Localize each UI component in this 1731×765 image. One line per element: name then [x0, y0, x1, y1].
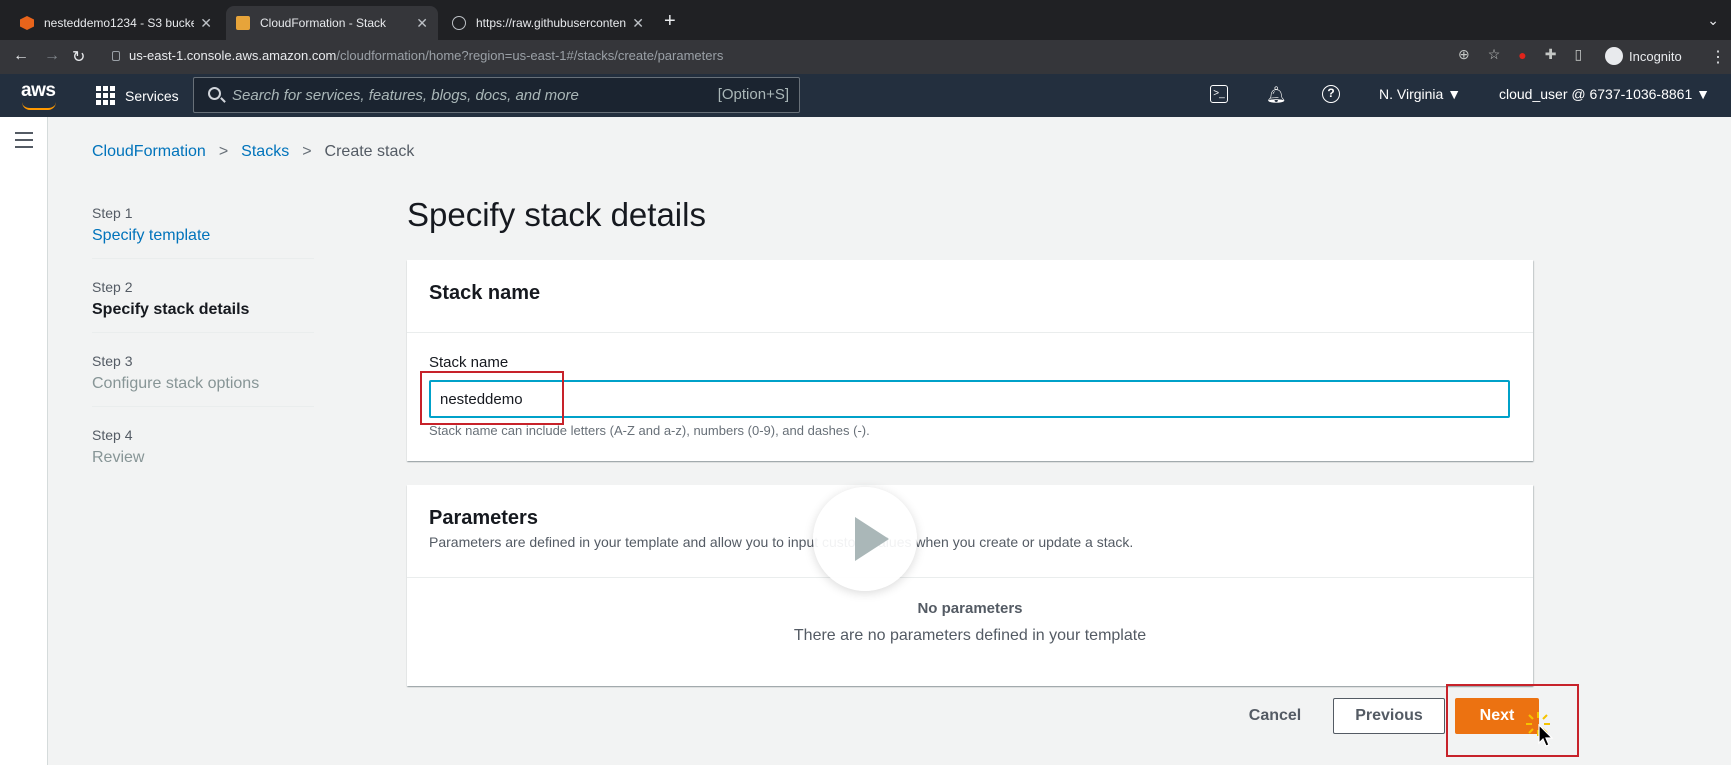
step-number: Step 2 — [92, 279, 133, 295]
parameters-empty-state: No parameters There are no parameters de… — [407, 600, 1533, 645]
region-selector[interactable]: N. Virginia ▼ — [1379, 86, 1461, 102]
close-tab-icon[interactable]: ✕ — [200, 15, 212, 32]
panel-header: Parameters Parameters are defined in you… — [407, 485, 1533, 578]
tab-title: CloudFormation - Stack — [260, 16, 387, 30]
url-path: /cloudformation/home?region=us-east-1#/s… — [336, 48, 724, 63]
help-icon[interactable]: ? — [1322, 85, 1340, 103]
chevron-right-icon: > — [218, 143, 229, 160]
empty-state-title: No parameters — [917, 600, 1023, 617]
step-label-disabled: Review — [92, 449, 145, 466]
forward-arrow-icon[interactable]: → — [44, 47, 60, 65]
aws-console-header: aws Services [Option+S] >_ 🔔︎ ? N. Virgi… — [0, 74, 1731, 117]
cancel-button[interactable]: Cancel — [1232, 698, 1318, 734]
breadcrumb: CloudFormation > Stacks > Create stack — [92, 143, 414, 161]
notifications-bell-icon[interactable]: 🔔︎ — [1266, 85, 1286, 104]
browser-tab-github[interactable]: https://raw.githubusercontent... ✕ — [442, 6, 654, 40]
browser-tab-cloudformation[interactable]: CloudFormation - Stack ✕ — [226, 6, 438, 40]
panel-header: Stack name — [407, 260, 1533, 333]
new-tab-button[interactable]: + — [664, 10, 676, 33]
zoom-icon[interactable]: ⊕ — [1458, 46, 1470, 63]
url-field[interactable]: us-east-1.console.aws.amazon.com/cloudfo… — [129, 48, 723, 63]
tab-search-chevron-icon[interactable]: ⌄ — [1707, 12, 1719, 29]
aws-cloudformation-icon — [236, 16, 250, 30]
video-play-icon[interactable] — [813, 487, 917, 591]
wizard-step-1: Step 1 Specify template — [92, 205, 314, 259]
services-menu-button[interactable]: Services — [96, 86, 179, 105]
aws-smile-icon — [22, 102, 56, 110]
wizard-step-4: Step 4 Review — [92, 427, 314, 480]
lock-icon[interactable] — [112, 51, 120, 61]
breadcrumb-current: Create stack — [324, 143, 415, 160]
browser-tab-s3[interactable]: nesteddemo1234 - S3 bucket ✕ — [10, 6, 222, 40]
side-panel-icon[interactable]: ▯ — [1575, 46, 1583, 63]
wizard-step-3: Step 3 Configure stack options — [92, 353, 314, 407]
step-number: Step 3 — [92, 353, 133, 369]
breadcrumb-stacks[interactable]: Stacks — [241, 143, 289, 161]
step-label-disabled: Configure stack options — [92, 375, 260, 392]
chevron-right-icon: > — [302, 143, 312, 160]
incognito-label: Incognito — [1629, 48, 1682, 64]
aws-logo-text: aws — [21, 80, 56, 101]
tab-title: nesteddemo1234 - S3 bucket — [44, 16, 195, 30]
stack-name-label: Stack name — [429, 354, 509, 371]
bookmark-star-icon[interactable]: ☆ — [1488, 46, 1501, 63]
cloudshell-icon[interactable]: >_ — [1210, 85, 1228, 103]
globe-icon — [452, 16, 466, 30]
highlight-box-stack-name — [420, 371, 564, 425]
wizard-steps: Step 1 Specify template Step 2 Specify s… — [92, 205, 314, 500]
extensions-puzzle-icon[interactable]: ✚ — [1545, 46, 1557, 63]
search-input[interactable] — [232, 78, 672, 112]
aws-logo[interactable]: aws — [21, 80, 56, 110]
search-shortcut-hint: [Option+S] — [717, 86, 789, 103]
back-arrow-icon[interactable]: ← — [13, 47, 29, 65]
parameters-panel: Parameters Parameters are defined in you… — [407, 485, 1533, 686]
browser-menu-icon[interactable]: ⋮ — [1710, 47, 1726, 67]
stack-name-input[interactable] — [429, 380, 1510, 418]
step-number: Step 4 — [92, 427, 133, 443]
account-menu[interactable]: cloud_user @ 6737-1036-8861 ▼ — [1499, 86, 1710, 102]
search-icon — [208, 87, 221, 100]
empty-state-text: There are no parameters defined in your … — [793, 627, 1147, 644]
step-link-specify-template[interactable]: Specify template — [92, 227, 314, 245]
close-tab-icon[interactable]: ✕ — [416, 15, 428, 32]
panel-heading: Stack name — [429, 282, 541, 304]
aws-s3-icon — [20, 16, 34, 30]
hamburger-menu-icon[interactable] — [15, 132, 33, 153]
side-navigation-collapsed — [0, 117, 48, 765]
page-title: Specify stack details — [407, 196, 706, 233]
url-host: us-east-1.console.aws.amazon.com — [129, 48, 337, 63]
reload-icon[interactable]: ↻ — [72, 47, 85, 67]
browser-tab-bar: nesteddemo1234 - S3 bucket ✕ CloudFormat… — [0, 0, 1731, 40]
close-tab-icon[interactable]: ✕ — [632, 15, 644, 32]
aws-search-box[interactable]: [Option+S] — [193, 77, 800, 113]
grid-icon — [96, 86, 115, 105]
incognito-indicator[interactable]: Incognito — [1605, 47, 1682, 65]
step-number: Step 1 — [92, 205, 133, 221]
browser-address-bar: ← → ↻ us-east-1.console.aws.amazon.com/c… — [0, 40, 1731, 74]
panel-heading: Parameters — [429, 507, 538, 529]
tab-title: https://raw.githubusercontent... — [476, 16, 627, 30]
stack-name-hint: Stack name can include letters (A-Z and … — [429, 423, 870, 438]
stack-name-panel: Stack name Stack name Stack name can inc… — [407, 260, 1533, 461]
breadcrumb-cloudformation[interactable]: CloudFormation — [92, 143, 206, 161]
step-label-current: Specify stack details — [92, 301, 250, 318]
parameters-description: Parameters are defined in your template … — [429, 534, 1134, 550]
previous-button[interactable]: Previous — [1333, 698, 1445, 734]
extension-red-icon[interactable]: ● — [1518, 47, 1526, 63]
incognito-icon — [1605, 47, 1623, 65]
services-label: Services — [125, 87, 179, 104]
wizard-step-2: Step 2 Specify stack details — [92, 279, 314, 333]
